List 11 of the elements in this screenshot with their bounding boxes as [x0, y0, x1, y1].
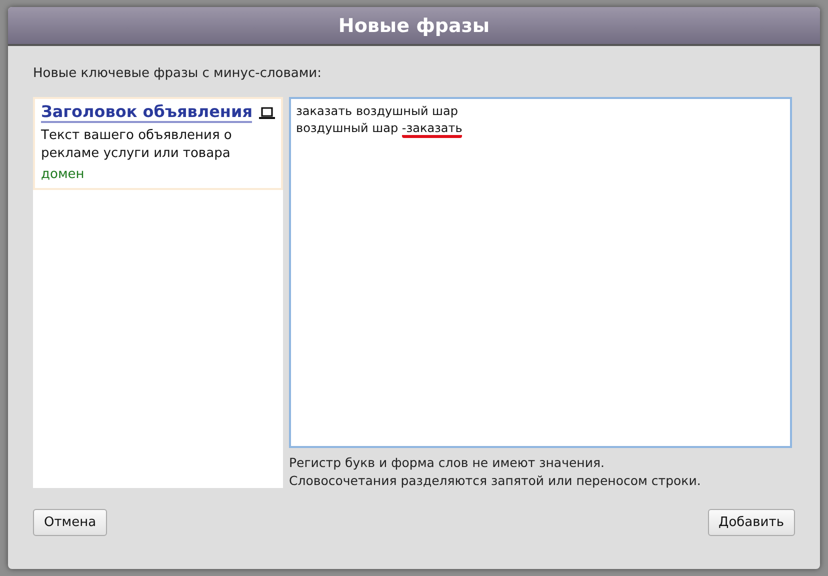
- intro-text: Новые ключевые фразы с минус-словами:: [33, 66, 323, 81]
- phrases-field[interactable]: заказать воздушный шар воздушный шар -заказать: [289, 97, 792, 448]
- cancel-button[interactable]: Отмена: [33, 509, 108, 536]
- laptop-icon: [259, 107, 275, 119]
- ad-text: Текст вашего объявления о рекламе услуги или товара: [41, 127, 233, 163]
- hint-text: Словосочетания разделяются запятой или переносом строки.: [289, 472, 702, 490]
- dialog-title: Новые фразы: [338, 14, 490, 36]
- ad-title: Заголовок объявления: [41, 102, 252, 123]
- ad-domain: домен: [41, 167, 86, 182]
- add-button[interactable]: Добавить: [708, 509, 795, 536]
- hint-text: Регистр букв и форма слов не имеют значения.: [289, 454, 606, 472]
